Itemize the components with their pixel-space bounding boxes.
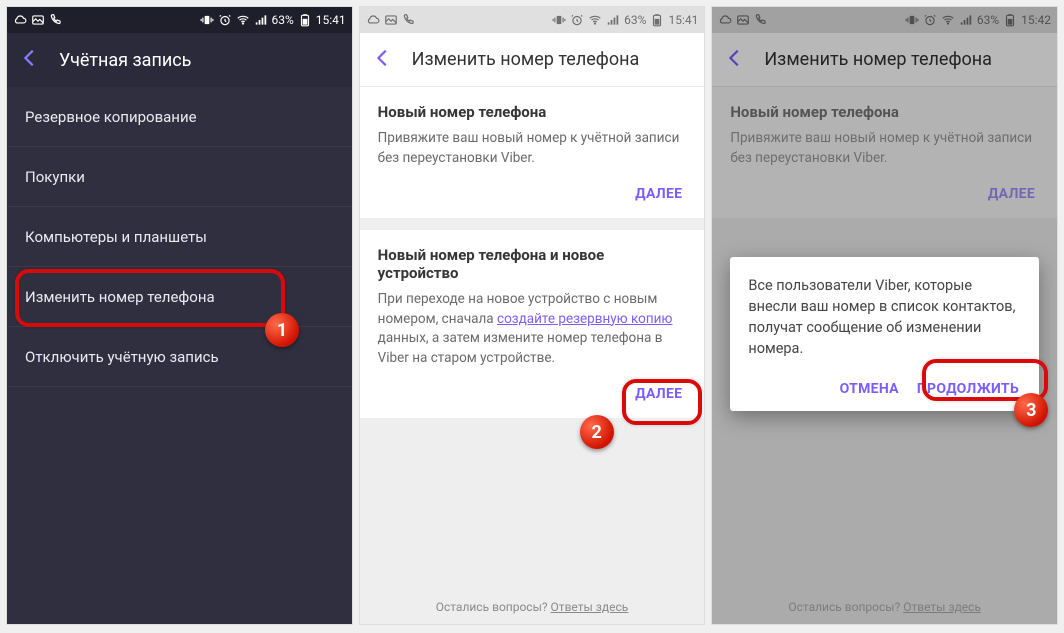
vibrate-icon: [552, 13, 566, 27]
statusbar: 63% 15:42: [712, 7, 1057, 33]
screen-2-change-number: 63% 15:41 Изменить номер телефона Новый …: [359, 6, 706, 625]
item-label: Резервное копирование: [25, 108, 197, 126]
badge-1: 1: [265, 313, 299, 347]
footer-hint: Остались вопросы? Ответы здесь: [360, 600, 705, 614]
statusbar: 63% 15:41: [7, 7, 352, 33]
cloud-icon: [13, 13, 27, 27]
appbar: Изменить номер телефона: [712, 33, 1057, 87]
signal-icon: [254, 13, 268, 27]
card-new-number-device: Новый номер телефона и новое устройство …: [360, 230, 705, 418]
wifi-icon: [236, 13, 250, 27]
battery-icon: [1003, 13, 1017, 27]
next-button-1[interactable]: ДАЛЕЕ: [984, 176, 1039, 204]
alarm-icon: [923, 13, 937, 27]
picture-icon: [384, 13, 398, 27]
alarm-icon: [570, 13, 584, 27]
page-title: Изменить номер телефона: [412, 49, 640, 70]
battery-text: 63%: [272, 13, 294, 27]
card-new-number: Новый номер телефона Привяжите ваш новый…: [712, 87, 1057, 218]
status-right: 63% 15:41: [552, 13, 698, 27]
item-purchases[interactable]: Покупки: [7, 147, 352, 207]
card-new-number: Новый номер телефона Привяжите ваш новый…: [360, 87, 705, 218]
viber-icon: [49, 13, 63, 27]
continue-button[interactable]: ПРОДОЛЖИТЬ: [917, 381, 1019, 397]
page-title: Изменить номер телефона: [764, 49, 992, 70]
vibrate-icon: [200, 13, 214, 27]
back-icon[interactable]: [724, 47, 746, 73]
badge-2: 2: [580, 415, 614, 449]
clock-text: 15:42: [1021, 13, 1051, 27]
item-label: Покупки: [25, 168, 85, 186]
screen-3-dialog: 63% 15:42 Изменить номер телефона Новый …: [711, 6, 1058, 625]
clock-text: 15:41: [316, 13, 346, 27]
card-text: Привяжите ваш новый номер к учётной запи…: [730, 129, 1039, 168]
faq-link[interactable]: Ответы здесь: [551, 600, 629, 614]
viber-icon: [754, 13, 768, 27]
item-deactivate[interactable]: Отключить учётную запись: [7, 327, 352, 387]
card-text: При переходе на новое устройство с новым…: [378, 290, 687, 368]
faq-link[interactable]: Ответы здесь: [903, 600, 981, 614]
wifi-icon: [588, 13, 602, 27]
signal-icon: [606, 13, 620, 27]
screen-1-account: 63% 15:41 Учётная запись Резервное копир…: [6, 6, 353, 625]
card-title: Новый номер телефона: [378, 103, 687, 121]
statusbar: 63% 15:41: [360, 7, 705, 33]
signal-icon: [959, 13, 973, 27]
appbar: Учётная запись: [7, 33, 352, 87]
appbar: Изменить номер телефона: [360, 33, 705, 87]
dialog-actions: ОТМЕНА ПРОДОЛЖИТЬ: [748, 375, 1021, 403]
item-label: Компьютеры и планшеты: [25, 228, 207, 246]
confirm-dialog: Все пользователи Viber, которые внесли в…: [730, 257, 1039, 411]
item-backup[interactable]: Резервное копирование: [7, 87, 352, 147]
footer-hint: Остались вопросы? Ответы здесь: [712, 600, 1057, 614]
card-title: Новый номер телефона: [730, 103, 1039, 121]
page-title: Учётная запись: [59, 50, 191, 71]
backup-link[interactable]: создайте резервную копию: [497, 311, 672, 327]
battery-text: 63%: [624, 13, 646, 27]
picture-icon: [736, 13, 750, 27]
item-computers[interactable]: Компьютеры и планшеты: [7, 207, 352, 267]
back-icon[interactable]: [372, 47, 394, 73]
body: Новый номер телефона Привяжите ваш новый…: [360, 87, 705, 624]
wifi-icon: [941, 13, 955, 27]
picture-icon: [31, 13, 45, 27]
dialog-text: Все пользователи Viber, которые внесли в…: [748, 275, 1021, 359]
status-right: 63% 15:42: [905, 13, 1051, 27]
settings-list: Резервное копирование Покупки Компьютеры…: [7, 87, 352, 624]
next-button-2[interactable]: ДАЛЕЕ: [631, 376, 686, 404]
next-button-1[interactable]: ДАЛЕЕ: [631, 176, 686, 204]
back-icon[interactable]: [19, 47, 41, 73]
item-label: Отключить учётную запись: [25, 348, 219, 366]
viber-icon: [402, 13, 416, 27]
battery-icon: [298, 13, 312, 27]
status-left: [718, 13, 768, 27]
item-change-number[interactable]: Изменить номер телефона: [7, 267, 352, 327]
status-left: [366, 13, 416, 27]
vibrate-icon: [905, 13, 919, 27]
card-text: Привяжите ваш новый номер к учётной запи…: [378, 129, 687, 168]
cloud-icon: [366, 13, 380, 27]
clock-text: 15:41: [668, 13, 698, 27]
alarm-icon: [218, 13, 232, 27]
status-right: 63% 15:41: [200, 13, 346, 27]
card-title: Новый номер телефона и новое устройство: [378, 246, 687, 282]
battery-icon: [650, 13, 664, 27]
cancel-button[interactable]: ОТМЕНА: [840, 381, 899, 397]
cloud-icon: [718, 13, 732, 27]
status-left: [13, 13, 63, 27]
item-label: Изменить номер телефона: [25, 288, 215, 306]
battery-text: 63%: [977, 13, 999, 27]
